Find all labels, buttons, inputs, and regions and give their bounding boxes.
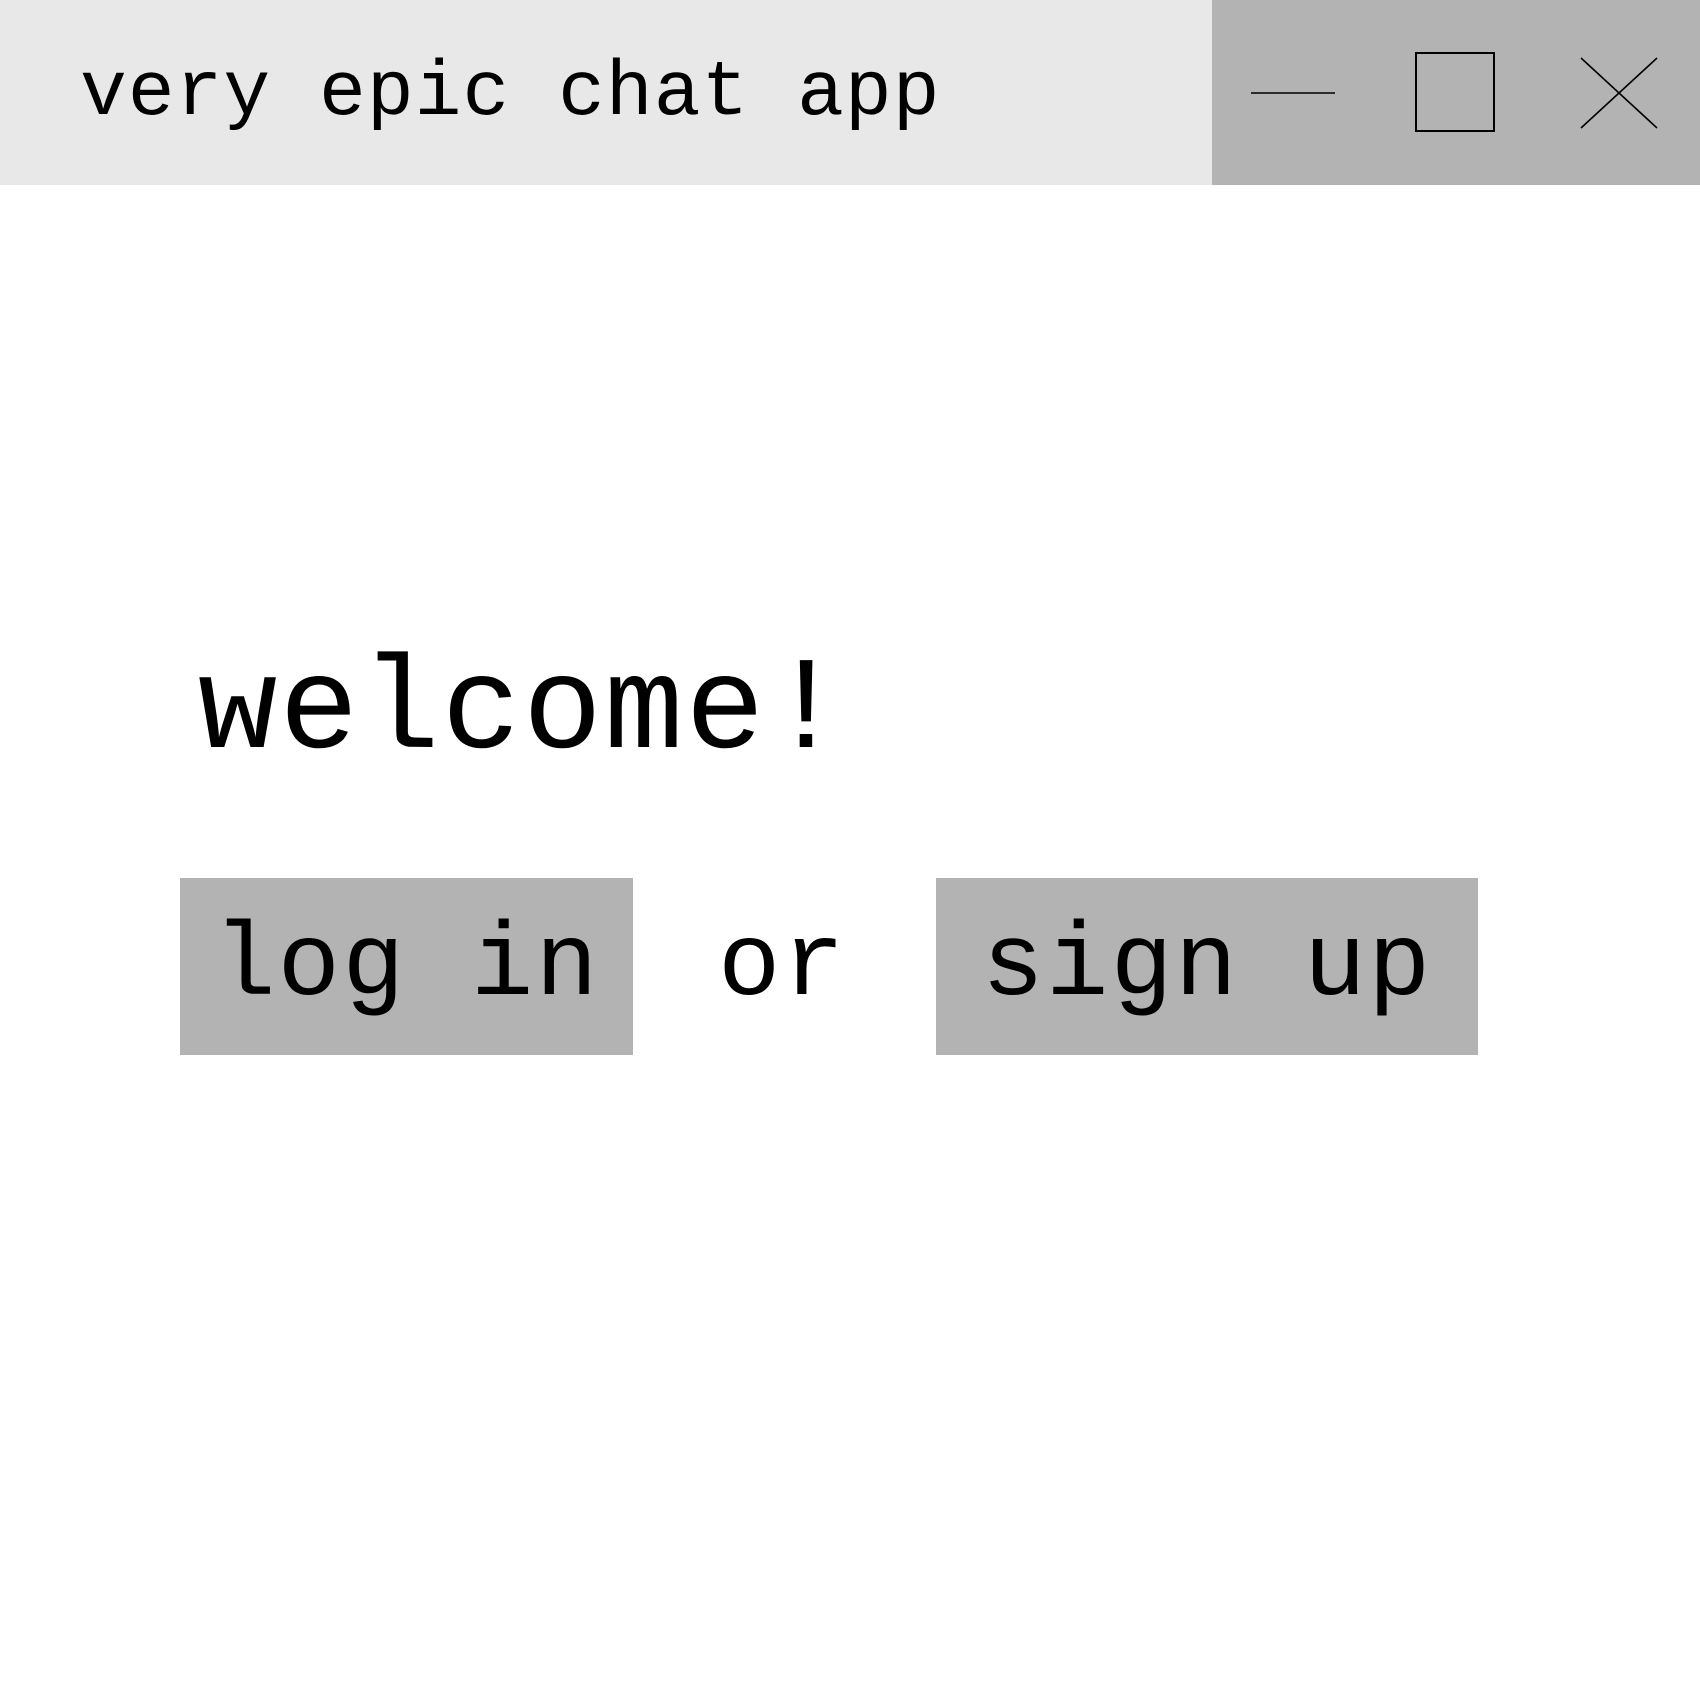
signup-button[interactable]: sign up (936, 878, 1478, 1055)
window-title: very epic chat app (80, 50, 941, 138)
title-area[interactable]: very epic chat app (0, 0, 1212, 185)
maximize-button[interactable] (1375, 0, 1537, 185)
minimize-button[interactable] (1212, 0, 1374, 185)
or-separator: or (718, 908, 847, 1026)
close-icon (1580, 56, 1658, 129)
welcome-heading: welcome! (198, 637, 848, 787)
maximize-icon (1415, 51, 1495, 132)
title-bar[interactable]: very epic chat app (0, 0, 1700, 185)
minimize-icon (1251, 91, 1335, 94)
login-button[interactable]: log in (180, 878, 633, 1055)
main-content: welcome! log in or sign up (0, 185, 1700, 1700)
window-controls (1212, 0, 1700, 185)
close-button[interactable] (1538, 0, 1700, 185)
